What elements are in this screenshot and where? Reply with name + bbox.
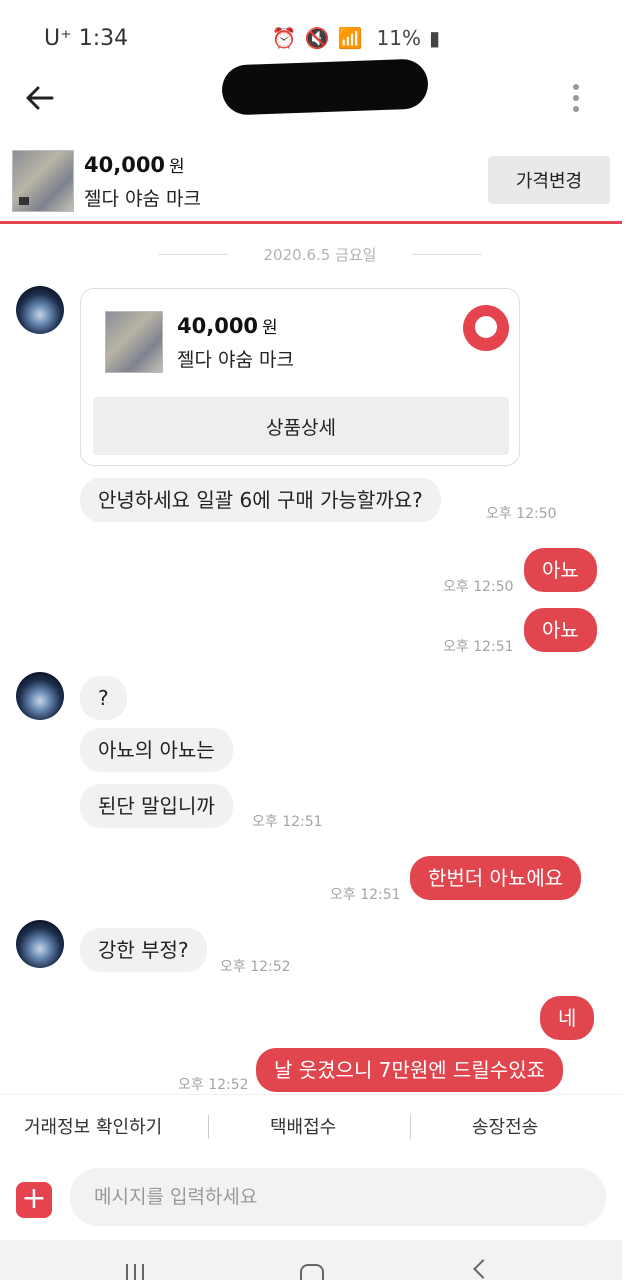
product-summary: 40,000 원 젤다 야숨 마크 가격변경 <box>0 146 622 224</box>
bolt-pay-icon <box>463 305 509 351</box>
divider <box>410 1115 411 1139</box>
message-outgoing: 아뇨 <box>524 608 597 652</box>
carrier-time: U⁺ 1:34 <box>44 26 129 51</box>
nav-back-icon[interactable] <box>473 1259 493 1279</box>
product-thumbnail[interactable] <box>12 150 74 212</box>
recent-apps-icon[interactable] <box>126 1264 148 1280</box>
avatar[interactable] <box>16 286 64 334</box>
message-time: 오후 12:52 <box>220 959 291 975</box>
divider <box>208 1115 209 1139</box>
parcel-button[interactable]: 택배접수 <box>270 1113 336 1139</box>
status-icons: ⏰ 🔇 📶 11% ▮ <box>272 26 440 50</box>
message-time: 오후 12:51 <box>252 814 323 830</box>
message-incoming: 아뇨의 아뇨는 <box>80 728 233 772</box>
message-outgoing: 아뇨 <box>524 548 597 592</box>
card-thumbnail[interactable] <box>105 311 163 373</box>
product-card: 40,000 원 젤다 야숨 마크 상품상세 <box>80 288 520 466</box>
back-arrow-icon[interactable] <box>22 80 58 116</box>
alarm-icon: ⏰ <box>271 26 297 50</box>
battery-text: 11% <box>376 26 421 50</box>
mute-icon: 🔇 <box>304 26 330 50</box>
message-composer: + <box>0 1160 622 1236</box>
message-outgoing: 한번더 아뇨에요 <box>410 856 582 900</box>
redacted-username <box>221 58 429 116</box>
message-incoming: 된단 말입니까 <box>80 784 233 828</box>
screenshot-edge <box>622 0 640 1280</box>
message-time: 오후 12:50 <box>443 579 514 595</box>
invoice-button[interactable]: 송장전송 <box>472 1113 538 1139</box>
system-nav-bar <box>0 1240 622 1280</box>
message-outgoing: 네 <box>540 996 595 1040</box>
message-time: 오후 12:52 <box>178 1077 249 1093</box>
more-options-icon[interactable] <box>570 84 582 114</box>
trade-action-bar: 거래정보 확인하기 택배접수 송장전송 <box>0 1094 622 1160</box>
message-incoming: ? <box>80 676 127 720</box>
wifi-icon: 📶 <box>337 26 363 50</box>
avatar[interactable] <box>16 672 64 720</box>
message-input[interactable] <box>70 1168 606 1226</box>
message-incoming: 안녕하세요 일괄 6에 구매 가능할까요? <box>80 478 441 522</box>
product-detail-button[interactable]: 상품상세 <box>93 397 509 455</box>
product-price: 40,000 원 <box>84 153 185 177</box>
price-change-button[interactable]: 가격변경 <box>488 156 610 204</box>
message-time: 오후 12:51 <box>443 639 514 655</box>
message-time: 오후 12:50 <box>486 506 557 522</box>
message-list[interactable]: 40,000 원 젤다 야숨 마크 상품상세 안녕하세요 일괄 6에 구매 가능할… <box>0 224 640 1094</box>
avatar[interactable] <box>16 920 64 968</box>
card-product-name: 젤다 야숨 마크 <box>177 349 294 371</box>
trade-info-button[interactable]: 거래정보 확인하기 <box>24 1113 162 1139</box>
attach-plus-button[interactable]: + <box>16 1182 52 1218</box>
message-incoming: 강한 부정? <box>80 928 207 972</box>
product-name: 젤다 야숨 마크 <box>84 188 201 210</box>
message-outgoing: 날 웃겼으니 7만원엔 드릴수있죠 <box>256 1048 563 1092</box>
message-time: 오후 12:51 <box>330 887 401 903</box>
home-icon[interactable] <box>300 1264 324 1280</box>
card-price: 40,000 원 <box>177 314 278 338</box>
battery-icon: ▮ <box>428 26 440 50</box>
